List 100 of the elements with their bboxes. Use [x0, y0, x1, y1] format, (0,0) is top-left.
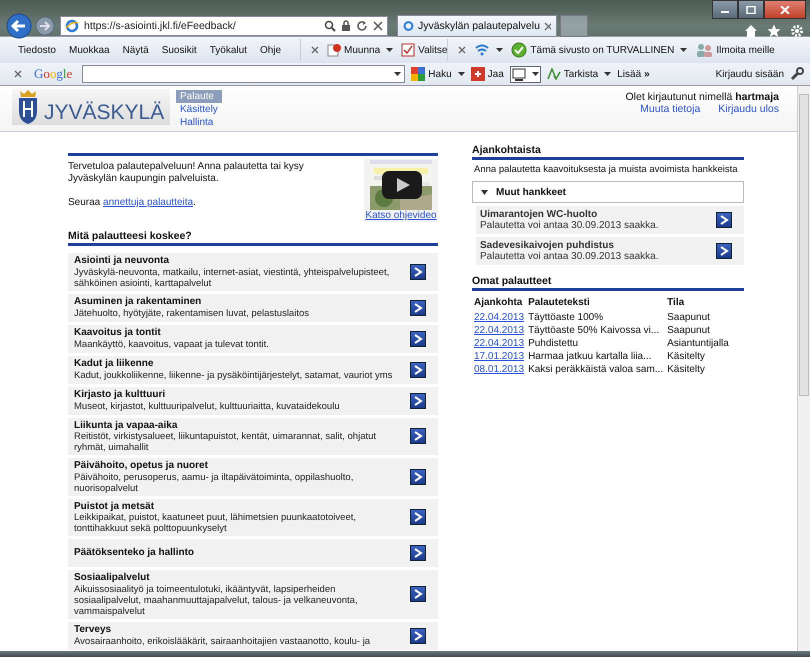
- news-intro: Anna palautetta kaavoituksesta ja muista avoimista hankkeista: [474, 164, 739, 175]
- forward-button[interactable]: [35, 16, 55, 36]
- chevron-icon: [414, 589, 422, 600]
- convert-button[interactable]: Muunna: [327, 43, 394, 57]
- menu-item[interactable]: Ohje: [260, 44, 282, 56]
- caret-icon: [604, 72, 612, 76]
- arrow-button[interactable]: [716, 243, 732, 259]
- star-icon[interactable]: [767, 24, 781, 38]
- monitor-icon: [512, 68, 526, 80]
- category-description: Jätehuolto, hyötyjäte, rakentamisen luvat, pelastuslaitos: [74, 308, 310, 319]
- arrow-button[interactable]: [410, 264, 426, 280]
- date-link[interactable]: 22.04.2013: [474, 338, 524, 349]
- date-link[interactable]: 17.01.2013: [474, 351, 524, 362]
- caret-icon: [386, 48, 394, 52]
- menu-item[interactable]: Muokkaa: [68, 44, 110, 56]
- table-cell: Saapunut: [667, 312, 710, 323]
- refresh-icon[interactable]: [356, 20, 368, 32]
- search-icon[interactable]: [324, 20, 336, 32]
- browser-tab[interactable]: Jyväskylän palautepalvelu: [397, 15, 557, 37]
- category-row[interactable]: Liikunta ja vapaa-aika Reitistöt, virkistysalueet, liikuntapuistot, kentät, uimarannat, salit, ohjatut ryhmät, uimahallit: [68, 418, 438, 455]
- arrow-button[interactable]: [410, 428, 426, 444]
- close-icon[interactable]: [373, 21, 383, 31]
- settings-icon[interactable]: [790, 24, 804, 38]
- checkbox-icon: [401, 43, 416, 57]
- lock-icon[interactable]: [341, 20, 351, 32]
- category-row[interactable]: Päivähoito, opetus ja nuoret Päivähoito, perusoperus, aamu- ja iltapäivätoiminta, oppilashuolto, nuorisopalvelut: [68, 458, 438, 496]
- arrow-button[interactable]: [410, 586, 426, 602]
- caret-icon: [680, 48, 688, 52]
- minimize-button[interactable]: [712, 0, 738, 19]
- document-icon: [327, 43, 341, 57]
- nav-link[interactable]: Hallinta: [176, 116, 222, 129]
- check-icon: [511, 42, 528, 58]
- category-row[interactable]: Asiointi ja neuvonta Jyväskylä-neuvonta, matkailu, internet-asiat, viestintä, yhteispalvelupisteet, sähköinen asiointi, karttapalvelut: [68, 253, 438, 290]
- category-row[interactable]: Asuminen ja rakentaminen Jätehuolto, hyötyjäte, rakentamisen luvat, pelastuslaitos: [68, 294, 438, 322]
- nav-link[interactable]: Käsittely: [176, 103, 222, 116]
- arrow-button[interactable]: [410, 362, 426, 378]
- projects-toggle[interactable]: Muut hankkeet: [472, 181, 744, 203]
- back-button[interactable]: [6, 13, 32, 39]
- more-button[interactable]: Lisää »: [617, 68, 650, 80]
- category-title: Sosiaalipalvelut: [74, 572, 151, 584]
- arrow-button[interactable]: [410, 628, 426, 644]
- close-button[interactable]: [764, 0, 806, 19]
- table-cell: Käsitelty: [667, 364, 705, 375]
- category-row[interactable]: Kadut ja liikenne Kadut, joukkoliikenne, liikenne- ja pysäköintijärjestelyt, satamat, vauriot yms: [68, 356, 438, 384]
- category-description: Maankäyttö, kaavoitus, vapaat ja tulevat tontit.: [74, 338, 270, 350]
- close-icon[interactable]: [544, 22, 551, 30]
- safety-status-button[interactable]: Tämä sivusto on TURVALLINEN: [511, 42, 688, 58]
- date-link[interactable]: 08.01.2013: [474, 364, 524, 375]
- feedback-link[interactable]: annettuja palautteita: [103, 197, 194, 208]
- date-link[interactable]: 22.04.2013: [474, 312, 524, 323]
- category-description: Museot, kirjastot, kulttuuripalvelut, kulttuuriaitta, kuvataidekoulu: [74, 400, 341, 412]
- search-button[interactable]: Haku: [411, 67, 465, 81]
- category-row[interactable]: Päätöksenteko ja hallinto: [68, 539, 438, 567]
- menu-item[interactable]: Työkalut: [210, 44, 247, 56]
- project-deadline: Palautetta voi antaa 30.09.2013 saakka.: [480, 251, 660, 262]
- arrow-button[interactable]: [410, 545, 426, 561]
- address-bar[interactable]: https://s-asiointi.jkl.fi/eFeedback/: [60, 16, 388, 36]
- share-button[interactable]: Jaa: [470, 67, 504, 81]
- close-icon[interactable]: [458, 46, 466, 54]
- account-link[interactable]: Muuta tietoja: [640, 103, 700, 115]
- arrow-button[interactable]: [410, 509, 426, 526]
- scrollbar[interactable]: [797, 86, 810, 651]
- category-title: Asuminen ja rakentaminen: [74, 296, 202, 308]
- menu-item[interactable]: Näytä: [122, 44, 149, 56]
- arrow-button[interactable]: [716, 212, 732, 228]
- sign-in-link[interactable]: Kirjaudu sisään: [716, 68, 784, 80]
- date-link[interactable]: 22.04.2013: [474, 325, 524, 336]
- project-deadline: Palautetta voi antaa 30.09.2013 saakka.: [480, 220, 660, 232]
- menu-item[interactable]: Suosikit: [162, 44, 197, 56]
- search-field[interactable]: [82, 65, 406, 83]
- close-icon[interactable]: [311, 46, 319, 54]
- arrow-button[interactable]: [410, 468, 426, 485]
- category-row[interactable]: Kaavoitus ja tontit Maankäyttö, kaavoitus, vapaat ja tulevat tontit.: [68, 324, 438, 352]
- category-row[interactable]: Puistot ja metsät Leikkipaikat, puistot, kaatuneet puut, lähimetsien puunkaatotoiveet, tonttihakkuut sekä polttopuunkyselyt: [68, 498, 438, 536]
- select-button[interactable]: Valitse: [401, 43, 448, 57]
- arrow-button[interactable]: [410, 330, 426, 346]
- project-row[interactable]: Uimarantojen WC-huolto Palautetta voi antaa 30.09.2013 saakka.: [476, 206, 744, 234]
- wifi-icon: [474, 43, 490, 57]
- menu-item[interactable]: Tiedosto: [18, 44, 56, 56]
- arrow-button[interactable]: [410, 392, 426, 408]
- project-row[interactable]: Sadevesikaivojen puhdistus Palautetta voi antaa 30.09.2013 saakka.: [476, 237, 744, 265]
- video-link[interactable]: Katso ohjevideo: [365, 210, 437, 221]
- spellcheck-button[interactable]: Tarkista: [546, 68, 612, 80]
- maximize-button[interactable]: [738, 0, 764, 19]
- category-row[interactable]: Kirjasto ja kulttuuri Museot, kirjastot, kulttuuripalvelut, kulttuuriaitta, kuvataidekoulu: [68, 386, 438, 414]
- city-logo[interactable]: JYVÄSKYLÄ: [12, 89, 170, 125]
- monitor-button[interactable]: [510, 66, 541, 82]
- play-icon[interactable]: [382, 171, 422, 199]
- account-link[interactable]: Kirjaudu ulos: [718, 103, 779, 115]
- category-row[interactable]: Sosiaalipalvelut Aikuissosiaalityö ja toimeentulotuki, ikääntyvät, lapsiperheiden sosiaalipalvelut, maahanmuuttajapalvelut, talous- ja velkaneuvonta, vammaispalvelut: [68, 570, 438, 618]
- close-icon[interactable]: [14, 70, 22, 78]
- chevron-icon: [414, 630, 422, 640]
- category-row[interactable]: Terveys Avosairaanhoito, erikoislääkärit, sairaanhoitajien vastaanotto, koulu- ja: [68, 622, 438, 650]
- table-cell: Täyttöaste 100%: [528, 312, 604, 323]
- report-button[interactable]: Ilmoita meille: [695, 43, 775, 57]
- arrow-button[interactable]: [410, 300, 426, 316]
- home-icon[interactable]: [744, 24, 758, 38]
- browser-page-icon: [65, 19, 79, 33]
- table-cell: Harmaa jatkuu kartalla liia...: [528, 351, 652, 362]
- wifi-button[interactable]: [474, 43, 504, 57]
